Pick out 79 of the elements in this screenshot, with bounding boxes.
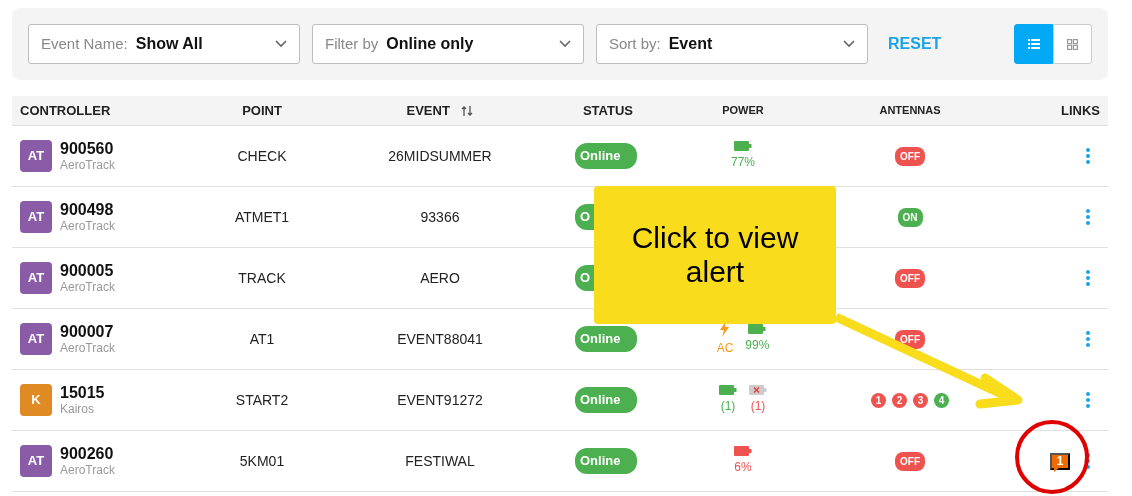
grid-icon bbox=[1067, 38, 1078, 50]
avatar: AT bbox=[20, 445, 52, 477]
lightning-icon bbox=[720, 321, 730, 337]
list-icon bbox=[1027, 39, 1040, 49]
status-pill: Online bbox=[575, 143, 637, 169]
kebab-icon bbox=[1086, 453, 1090, 469]
event-cell-text: 93366 bbox=[420, 207, 460, 227]
controller-id: 15015 bbox=[60, 384, 105, 402]
antenna-port: 3 bbox=[913, 392, 928, 408]
battery-icon bbox=[734, 446, 752, 456]
antenna-status: ON bbox=[897, 207, 923, 227]
avatar: K bbox=[20, 384, 52, 416]
status-pill: Online bbox=[575, 448, 637, 474]
controller-id: 900007 bbox=[60, 323, 115, 341]
controller-type: Kairos bbox=[60, 402, 95, 416]
avatar: AT bbox=[20, 140, 52, 172]
chevron-icon bbox=[559, 40, 571, 48]
controller-type: AeroTrack bbox=[60, 280, 115, 294]
column-header: LINKS bbox=[1061, 102, 1100, 118]
controller-type: AeroTrack bbox=[60, 463, 115, 477]
status-pill: Online bbox=[575, 326, 637, 352]
event-cell-text: FESTIWAL bbox=[405, 451, 475, 471]
chevron-icon bbox=[275, 40, 287, 48]
sort-icon[interactable] bbox=[461, 105, 474, 118]
power-reading: (1) bbox=[720, 398, 736, 415]
event-cell-text: EVENT88041 bbox=[397, 329, 483, 349]
point-cell-text: ATMET1 bbox=[234, 207, 290, 227]
power-reading: 6% bbox=[734, 459, 752, 476]
antenna-port: 4 bbox=[934, 392, 949, 408]
controller-id: 900260 bbox=[60, 445, 115, 463]
kebab-icon bbox=[1086, 209, 1090, 225]
column-header: CONTROLLER bbox=[20, 102, 111, 118]
battery-icon bbox=[734, 141, 752, 151]
antenna-status: OFF bbox=[895, 268, 925, 288]
filter-dropdown[interactable]: Filter by Online only bbox=[312, 24, 584, 64]
column-header: POINT bbox=[242, 102, 282, 118]
point-cell-text: AT1 bbox=[249, 329, 275, 349]
kebab-icon bbox=[1086, 392, 1090, 408]
status-pill: Online bbox=[575, 387, 637, 413]
avatar: AT bbox=[20, 323, 52, 355]
antenna-status: OFF bbox=[895, 146, 925, 166]
point-cell-text: CHECK bbox=[237, 146, 287, 166]
point-cell-text: 5KM01 bbox=[239, 451, 285, 471]
filter-dropdown[interactable]: Sort by: Event bbox=[596, 24, 868, 64]
controller-type: AeroTrack bbox=[60, 219, 115, 233]
antenna-port: 2 bbox=[892, 392, 907, 408]
avatar: AT bbox=[20, 201, 52, 233]
antenna-port: 1 bbox=[871, 392, 886, 408]
event-cell-text: AERO bbox=[420, 268, 460, 288]
grid-view-button[interactable] bbox=[1053, 24, 1092, 64]
power-reading: AC bbox=[716, 340, 734, 357]
battery-error-icon bbox=[749, 385, 767, 395]
column-header: STATUS bbox=[582, 102, 634, 118]
controller-type: AeroTrack bbox=[60, 341, 115, 355]
controller-type: AeroTrack bbox=[60, 158, 115, 172]
column-header: POWER bbox=[722, 104, 764, 117]
avatar: AT bbox=[20, 262, 52, 294]
battery-icon bbox=[719, 385, 737, 395]
battery-icon bbox=[748, 324, 767, 334]
power-reading: (1) bbox=[750, 398, 766, 415]
column-header: ANTENNAS bbox=[879, 104, 941, 117]
filter-dropdown[interactable]: Event Name: Show All bbox=[28, 24, 300, 64]
point-cell-text: START2 bbox=[235, 390, 289, 410]
power-reading: 77% bbox=[731, 154, 755, 171]
controller-id: 900498 bbox=[60, 201, 115, 219]
point-cell-text: TRACK bbox=[238, 268, 286, 288]
kebab-icon bbox=[1086, 148, 1090, 164]
callout-note: Click to view alert bbox=[594, 186, 836, 324]
kebab-icon bbox=[1086, 270, 1090, 286]
chevron-icon bbox=[843, 40, 855, 48]
controller-id: 900560 bbox=[60, 140, 115, 158]
controller-id: 900005 bbox=[60, 262, 115, 280]
list-view-button[interactable] bbox=[1014, 24, 1053, 64]
antenna-status: OFF bbox=[895, 451, 925, 471]
event-cell-text: 26MIDSUMMER bbox=[388, 146, 492, 166]
sortable-column-header[interactable]: EVENT bbox=[406, 102, 450, 118]
event-cell-text: EVENT91272 bbox=[397, 390, 483, 410]
kebab-icon bbox=[1086, 331, 1090, 347]
power-reading: 99% bbox=[745, 337, 770, 354]
